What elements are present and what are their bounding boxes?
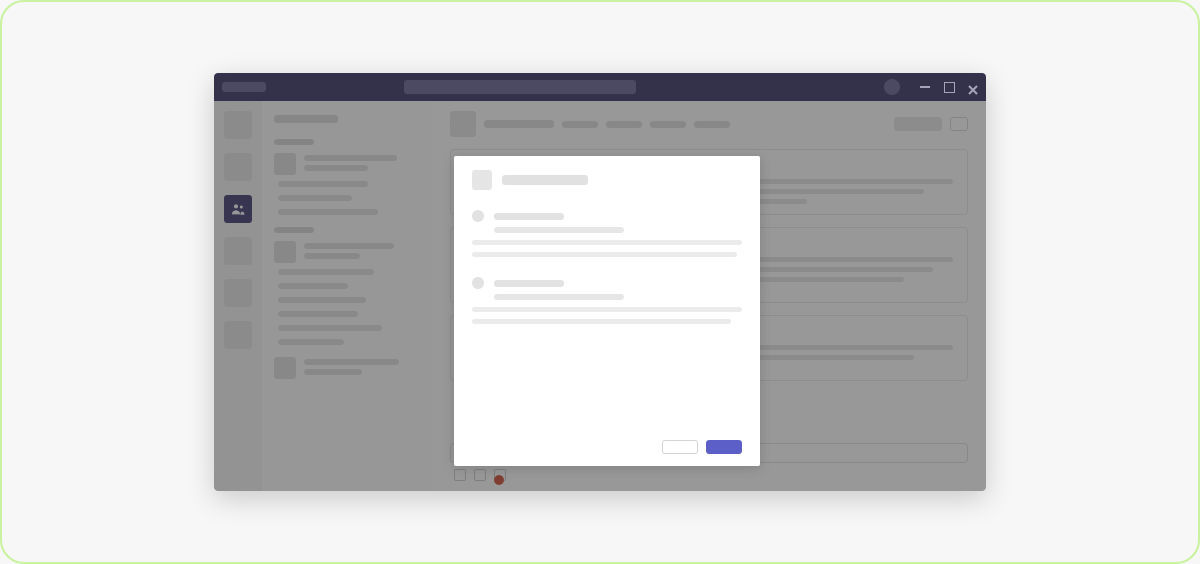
bullet-icon [472,210,484,222]
option-body [472,307,742,312]
avatar[interactable] [884,79,900,95]
minimize-icon[interactable] [920,82,930,92]
cancel-button[interactable] [662,440,698,454]
option-heading [494,280,564,287]
titlebar [214,73,986,101]
window-controls [920,82,978,92]
search-input[interactable] [404,80,636,94]
option-body [472,240,742,245]
app-title [222,82,266,92]
bullet-icon [472,277,484,289]
option-heading [494,213,564,220]
app-window [214,73,986,491]
maximize-icon[interactable] [944,82,954,92]
dialog-header [472,170,742,190]
option-body [472,252,737,257]
app-body [214,101,986,491]
dialog-option[interactable] [472,210,742,257]
option-subheading [494,294,624,300]
confirm-button[interactable] [706,440,742,454]
dialog-icon [472,170,492,190]
dialog-footer [472,440,742,454]
option-subheading [494,227,624,233]
close-icon[interactable] [968,82,978,92]
dialog [454,156,760,466]
dialog-title [502,175,588,185]
dialog-option[interactable] [472,277,742,324]
